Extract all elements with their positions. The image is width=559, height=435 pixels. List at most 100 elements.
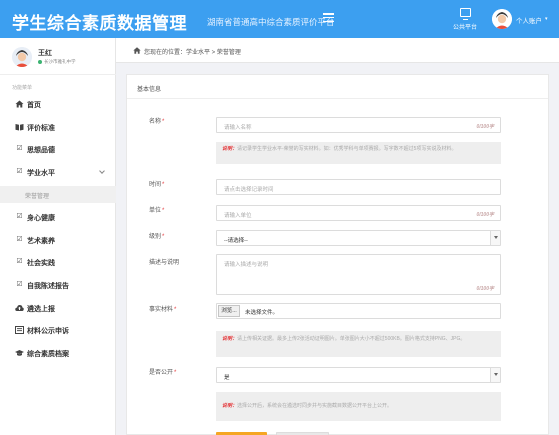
name-input[interactable]: 请输入名称 0/100字	[216, 117, 501, 133]
avatar	[492, 9, 512, 29]
time-placeholder: 请点击选择记录时间	[224, 187, 274, 193]
note-prefix: 说明：	[222, 403, 238, 409]
sidebar-item-label: 自我陈述报告	[27, 283, 69, 290]
user-menu-label: 个人账户	[516, 18, 542, 25]
description-label: 描述与说明	[149, 260, 180, 266]
evidence-note: 说明：请上传相关证据。最多上传2张活动证明图片。单张图片大小不超过500KB。图…	[216, 331, 501, 357]
public-label: 是否公开*	[149, 367, 176, 376]
breadcrumb-text: 您现在的位置：学业水平 > 荣誉管理	[144, 50, 241, 56]
sidebar-subitem-honors[interactable]: 荣誉管理	[0, 186, 116, 203]
time-input[interactable]: 请点击选择记录时间	[216, 179, 501, 195]
sidebar-item-label: 综合素质档案	[27, 351, 69, 358]
profile-status: 长沙市雅礼中学	[38, 59, 76, 65]
public-select[interactable]: 是	[216, 367, 501, 383]
sidebar-item-label: 思想品德	[27, 147, 55, 154]
sidebar-item-self-report[interactable]: ☑ 自我陈述报告	[0, 277, 116, 293]
required-mark: *	[162, 182, 165, 188]
note-text: 请上传相关证据。最多上传2张活动证明图片。单张图片大小不超过500KB。图片格式…	[237, 336, 466, 342]
sidebar-item-submit[interactable]: 遴选上报	[0, 300, 116, 316]
name-note: 说明：请记录学生学业水平-荣誉的写实材料。如：优秀学科与单项赛报。写字数不超过5…	[216, 142, 501, 164]
required-mark: *	[162, 208, 165, 214]
profile: 王红 长沙市雅礼中学	[0, 38, 116, 75]
app-subtitle: 湖南省普通高中综合素质评价平台	[207, 17, 335, 27]
profile-school: 长沙市雅礼中学	[44, 59, 76, 64]
sidebar-item-practice[interactable]: ☑ 社会实践	[0, 254, 116, 270]
sidebar-item-arts[interactable]: ☑ 艺术素养	[0, 232, 116, 248]
time-label-text: 时间	[149, 182, 162, 188]
unit-label: 单位*	[149, 205, 164, 214]
name-label: 名称*	[149, 116, 164, 125]
graduation-cap-icon	[15, 349, 24, 357]
breadcrumb: 您现在的位置：学业水平 > 荣誉管理	[116, 38, 559, 63]
unit-placeholder: 请输入单位	[224, 213, 252, 219]
home-icon[interactable]	[133, 47, 141, 54]
description-textarea[interactable]: 请输入描述与说明 0/100字	[216, 254, 501, 295]
file-status: 未选择文件。	[245, 310, 279, 316]
profile-name: 王红	[38, 50, 52, 57]
edit-icon: ☑	[16, 281, 23, 288]
sidebar-item-label: 身心健康	[27, 215, 55, 222]
note-text: 请记录学生学业水平-荣誉的写实材料。如：优秀学科与单项赛报。写字数不超过5项写实…	[237, 146, 457, 152]
char-counter: 0/100字	[476, 286, 494, 292]
public-value: 是	[224, 375, 230, 381]
public-label-text: 是否公开	[149, 370, 174, 376]
sidebar-item-morality[interactable]: ☑ 思想品德	[0, 141, 116, 157]
edit-icon: ☑	[16, 213, 23, 220]
required-mark: *	[162, 234, 165, 240]
chevron-down-icon[interactable]	[490, 231, 500, 245]
required-mark: *	[162, 119, 165, 125]
avatar	[12, 47, 32, 67]
note-prefix: 说明：	[222, 336, 238, 342]
required-mark: *	[174, 307, 177, 313]
edit-icon: ☑	[16, 145, 23, 152]
evidence-label-text: 事实材料	[149, 307, 174, 313]
public-note: 说明：选择公开后，系统会在遴选时同步并与实施截目数据公开平台上公开。	[216, 392, 501, 421]
form-panel: 基本信息 名称* 请输入名称 0/100字 说明：请记录学生学业水平-荣誉的写实…	[126, 74, 549, 435]
top-bar: 学生综合素质数据管理 湖南省普通高中综合素质评价平台 公共平台 个人账户 ▾	[0, 0, 559, 38]
sidebar-item-health[interactable]: ☑ 身心健康	[0, 209, 116, 225]
sidebar-item-label: 社会实践	[27, 260, 55, 267]
sidebar-subitem-label: 荣誉管理	[25, 194, 50, 200]
sidebar-item-archive[interactable]: 综合素质档案	[0, 345, 116, 361]
char-counter: 0/100字	[476, 124, 494, 130]
file-input[interactable]: 浏览... 未选择文件。	[216, 303, 501, 319]
browse-button[interactable]: 浏览...	[218, 305, 240, 317]
public-platform-button[interactable]: 公共平台	[450, 8, 480, 31]
sidebar-item-academic[interactable]: ☑ 学业水平	[0, 164, 116, 180]
sidebar-item-standards[interactable]: 评价标准	[0, 119, 116, 135]
description-placeholder: 请输入描述与说明	[224, 262, 269, 268]
chevron-down-icon: ▾	[545, 16, 548, 22]
panel-header: 基本信息	[127, 75, 548, 99]
edit-icon: ☑	[16, 236, 23, 243]
unit-input[interactable]: 请输入单位 0/100字	[216, 205, 501, 221]
cloud-upload-icon	[15, 304, 24, 312]
time-label: 时间*	[149, 179, 164, 188]
note-prefix: 说明：	[222, 146, 238, 152]
menu-section-label: 功能菜单	[12, 85, 33, 91]
name-label-text: 名称	[149, 119, 162, 125]
edit-icon: ☑	[16, 258, 23, 265]
level-label: 级别*	[149, 231, 164, 240]
list-icon	[15, 326, 24, 334]
level-label-text: 级别	[149, 234, 162, 240]
public-platform-label: 公共平台	[452, 25, 477, 31]
chevron-down-icon[interactable]	[490, 368, 500, 382]
panel-title: 基本信息	[137, 87, 162, 93]
sidebar-item-home[interactable]: 首页	[0, 96, 116, 112]
sidebar-item-label: 评价标准	[27, 125, 55, 132]
sidebar: 王红 长沙市雅礼中学 功能菜单 首页 评价标准 ☑ 思想品德 ☑ 学业水平 荣誉…	[0, 38, 116, 435]
unit-label-text: 单位	[149, 208, 162, 214]
menu-toggle-icon[interactable]	[323, 13, 334, 23]
sidebar-item-label: 艺术素养	[27, 238, 55, 245]
edit-icon: ☑	[16, 168, 23, 175]
level-value: --请选择--	[224, 238, 248, 244]
sidebar-item-publicity[interactable]: 材料公示申诉	[0, 322, 116, 338]
sidebar-item-label: 学业水平	[27, 170, 55, 177]
home-icon	[15, 100, 24, 108]
online-dot-icon	[38, 59, 42, 64]
level-select[interactable]: --请选择--	[216, 230, 501, 246]
evidence-label: 事实材料*	[149, 304, 176, 313]
note-text: 选择公开后，系统会在遴选时同步并与实施截目数据公开平台上公开。	[237, 403, 393, 409]
chevron-down-icon	[99, 168, 105, 174]
sidebar-item-label: 材料公示申诉	[27, 328, 69, 335]
